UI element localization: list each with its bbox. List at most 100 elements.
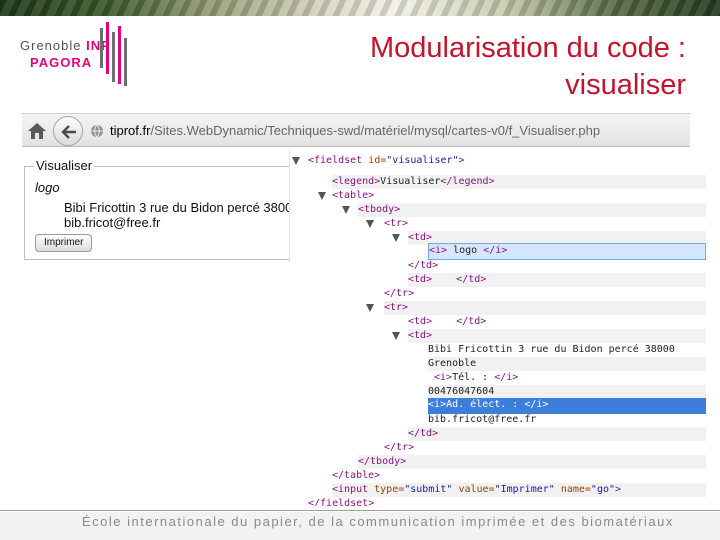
tree-node-fieldset-close[interactable]: </fieldset> [308, 497, 374, 506]
tag-text: <input [332, 484, 369, 495]
slide: Grenoble INP PAGORA Modularisation du co… [0, 0, 720, 540]
tree-node-tr[interactable]: <tr> [384, 217, 408, 231]
tag-text: </i> [483, 245, 508, 256]
tree-node-tr[interactable]: <tr> [384, 301, 706, 315]
tag-text: </td> [456, 274, 487, 285]
tree-node-table-close[interactable]: </table> [332, 469, 380, 483]
tag-text: <td> [408, 316, 433, 327]
tag-text: </i> [524, 399, 549, 410]
tree-node-td-empty[interactable]: <td> </td> [408, 273, 706, 287]
attr-value-text: "Imprimer" [494, 484, 555, 495]
tag-text: <td> [408, 274, 433, 285]
attr-text: type= [368, 484, 405, 495]
attr-value-text: "submit" [404, 484, 453, 495]
tag-text: </legend> [440, 176, 495, 187]
tree-node-text[interactable]: Bibi Fricottin 3 rue du Bidon percé 3800… [428, 343, 675, 357]
tree-node-i-tel[interactable]: <i>Tél. : </i> [434, 371, 518, 385]
tag-text: <tr> [384, 218, 409, 229]
title-line-2: visualiser [565, 69, 686, 101]
tree-node-td-close[interactable]: </td> [408, 427, 706, 441]
tag-text: > [458, 155, 465, 166]
node-text: Bibi Fricottin 3 rue du Bidon percé 3800… [428, 344, 675, 355]
attr-value-text: "go" [590, 484, 616, 495]
footer-divider [0, 510, 720, 511]
tag-text: <table> [332, 190, 375, 201]
tag-text: <i> [434, 372, 453, 383]
tag-text: </tr> [384, 442, 415, 453]
expand-triangle-icon[interactable] [342, 206, 350, 214]
logo-bars-icon [100, 22, 127, 86]
email-text: bib.fricot@free.fr [64, 215, 161, 230]
attr-text: name= [554, 484, 591, 495]
dom-inspector: <fieldset id="visualiser"> <legend>Visua… [286, 154, 706, 506]
tag-text: <fieldset [308, 155, 363, 166]
tree-node-input[interactable]: <input type="submit" value="Imprimer" na… [332, 483, 706, 497]
slide-title: Modularisation du code : visualiser [246, 30, 686, 104]
tag-text: <i> [428, 399, 447, 410]
contact-block: Bibi Fricottin 3 rue du Bidon percé 3800… [64, 200, 289, 230]
back-button[interactable] [53, 116, 83, 146]
node-text: logo [447, 245, 484, 256]
tree-node-legend[interactable]: <legend>Visualiser</legend> [332, 175, 706, 189]
tree-node-td-close[interactable]: </td> [408, 259, 438, 273]
expand-triangle-icon[interactable] [292, 157, 300, 165]
tag-text: </fieldset> [308, 498, 375, 506]
tag-text: </td> [408, 260, 439, 271]
expand-triangle-icon[interactable] [366, 304, 374, 312]
tag-text: <legend> [332, 176, 381, 187]
logo-placeholder-text: logo [35, 180, 60, 195]
logo-grenoble-text: Grenoble [20, 38, 82, 53]
browser-toolbar: tiprof.fr/Sites.WebDynamic/Techniques-sw… [22, 113, 690, 147]
fieldset-legend: Visualiser [34, 158, 95, 173]
tag-text: </td> [456, 316, 487, 327]
tree-node-i-logo[interactable]: <i> logo </i> [428, 243, 706, 260]
node-text: Grenoble [428, 358, 477, 369]
decorative-banner [0, 0, 720, 16]
tree-node-table[interactable]: <table> [332, 189, 374, 203]
tag-text: <tr> [384, 302, 409, 313]
globe-icon [91, 124, 103, 138]
tag-text: </i> [494, 372, 519, 383]
tree-node-td-empty[interactable]: <td> </td> [408, 315, 486, 329]
tag-text: </table> [332, 470, 381, 481]
tree-node-tbody[interactable]: <tbody> [358, 203, 706, 217]
home-icon[interactable] [26, 121, 48, 141]
address-text: Bibi Fricottin 3 rue du Bidon percé 3800… [64, 200, 289, 215]
title-line-1: Modularisation du code : [370, 32, 686, 64]
tree-node-td[interactable]: <td> [408, 329, 706, 343]
tag-text: <td> [408, 330, 433, 341]
tag-text: </tr> [384, 288, 415, 299]
tree-node-i-email-selected[interactable]: <i>Ad. élect. : </i> [428, 398, 706, 414]
tree-node-text[interactable]: 00476047604 [428, 385, 706, 399]
tag-text: <i> [429, 245, 448, 256]
tag-text: <td> [408, 232, 433, 243]
tree-node-fieldset[interactable]: <fieldset id="visualiser"> [308, 154, 465, 168]
rendered-page: Visualiser logo Bibi Fricottin 3 rue du … [22, 150, 290, 262]
node-text: Ad. élect. : [446, 399, 525, 410]
expand-triangle-icon[interactable] [366, 220, 374, 228]
tree-node-tbody-close[interactable]: </tbody> [358, 455, 706, 469]
tag-text: <tbody> [358, 204, 401, 215]
tree-node-tr-close[interactable]: </tr> [384, 441, 414, 455]
expand-triangle-icon[interactable] [392, 332, 400, 340]
tree-node-text[interactable]: Grenoble [428, 357, 706, 371]
expand-triangle-icon[interactable] [392, 234, 400, 242]
expand-triangle-icon[interactable] [318, 192, 326, 200]
attr-text: value= [452, 484, 495, 495]
url-path: /Sites.WebDynamic/Techniques-swd/matérie… [150, 123, 601, 138]
node-text: Tél. : [452, 372, 495, 383]
grenoble-inp-pagora-logo: Grenoble INP PAGORA [14, 20, 136, 92]
footer-text: École internationale du papier, de la co… [82, 514, 674, 529]
tag-text: </td> [408, 428, 439, 439]
node-text: 00476047604 [428, 386, 495, 397]
tree-node-tr-close[interactable]: </tr> [384, 287, 414, 301]
address-bar[interactable]: tiprof.fr/Sites.WebDynamic/Techniques-sw… [110, 123, 600, 138]
logo-pagora-text: PAGORA [30, 55, 93, 70]
footer: École internationale du papier, de la co… [0, 512, 720, 540]
tag-text: </tbody> [358, 456, 407, 467]
node-text: bib.fricot@free.fr [428, 414, 537, 425]
imprimer-button[interactable]: Imprimer [35, 234, 93, 252]
attr-text: id= [362, 155, 387, 166]
tree-node-text[interactable]: bib.fricot@free.fr [428, 413, 536, 427]
arrow-left-icon [61, 125, 76, 139]
